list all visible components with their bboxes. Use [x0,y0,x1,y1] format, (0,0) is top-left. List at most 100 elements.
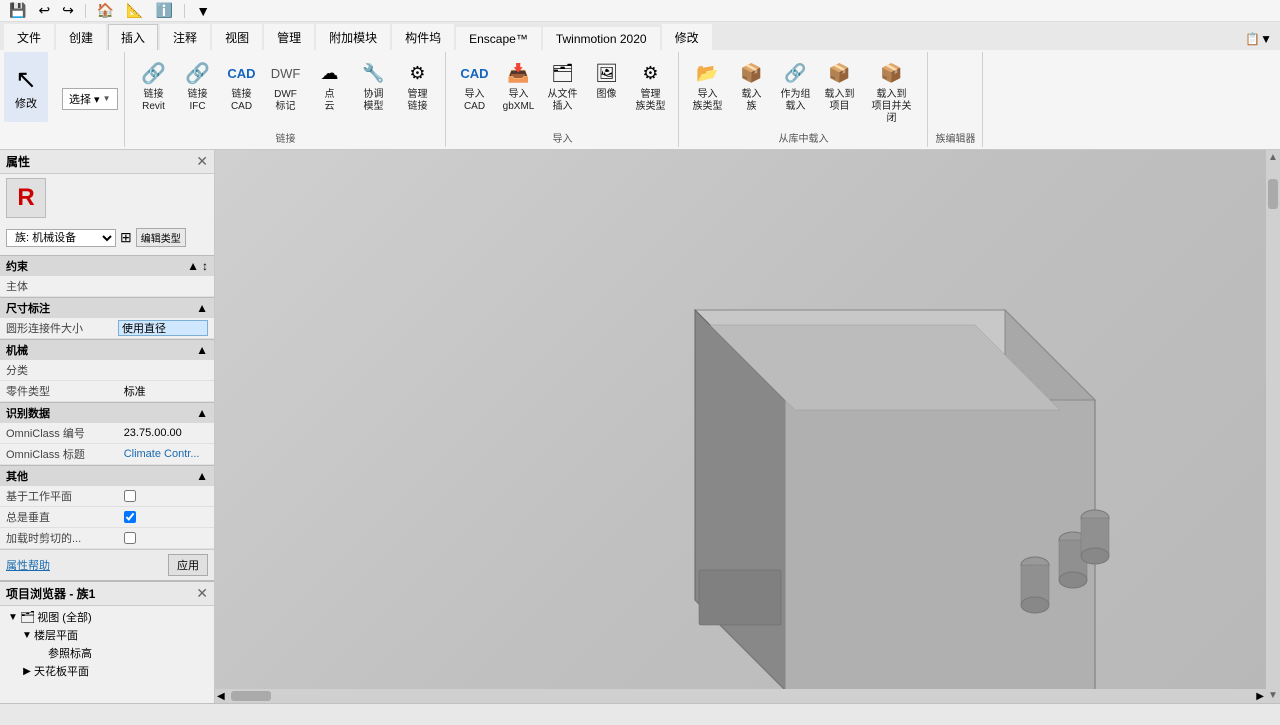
btn-load-as-group[interactable]: 🔗 作为组载入 [775,54,817,116]
dimensions-table: 圆形连接件大小 [0,318,214,339]
tab-create[interactable]: 创建 [56,24,106,50]
btn-import-gbxml[interactable]: 📥 导入gbXML [498,54,540,116]
viewport[interactable]: BIM教程网|www.ifbim.com [215,150,1280,703]
tree-item-floor-plans[interactable]: ▼ 楼层平面 [16,626,212,644]
btn-insert-from-file[interactable]: 🗂 从文件插入 [542,54,584,116]
properties-footer: 属性帮助 应用 [0,549,214,580]
table-row: 分类 [0,360,214,381]
tab-annotate[interactable]: 注释 [160,24,210,50]
btn-dwf[interactable]: DWF DWF标记 [265,54,307,116]
modify-button[interactable]: ↖ 修改 [4,52,48,122]
properties-title: 属性 [6,153,30,170]
tab-enscape[interactable]: Enscape™ [456,27,541,50]
qa-home[interactable]: 🏠 [94,1,117,20]
property-help-link[interactable]: 属性帮助 [6,557,50,573]
btn-manage-family-types[interactable]: ⚙ 管理族类型 [630,54,672,116]
qa-info[interactable]: ℹ️ [153,1,176,20]
table-row: 主体 [0,276,214,297]
group-load-library: 📂 导入族类型 📦 载入族 🔗 作为组载入 📦 载入到项目 📦 载 [681,52,928,147]
image-icon: 🖼 [591,57,623,89]
always-vertical-checkbox[interactable] [124,511,136,523]
section-constraints[interactable]: 约束 ▲ ↕ [0,255,214,276]
apply-button[interactable]: 应用 [168,554,208,576]
constraints-table: 主体 [0,276,214,297]
load-family-icon: 📂 [692,57,724,89]
identification-table: OmniClass 编号 23.75.00.00 OmniClass 标题 Cl… [0,423,214,465]
qa-redo[interactable]: ↪ [59,1,77,20]
btn-load-to-project[interactable]: 📦 载入到项目 [819,54,861,116]
properties-content: R 族: 机械设备 ⊞ 编辑类型 [0,174,214,255]
family-avatar: R [6,178,46,218]
scroll-right-arrow[interactable]: ▶ [1254,691,1266,702]
project-browser-close[interactable]: ✕ [196,585,208,602]
table-row: 总是垂直 [0,507,214,528]
quick-access-toolbar: 💾 ↩ ↪ 🏠 📐 ℹ️ ▼ [0,0,1280,22]
btn-coordination[interactable]: 🔧 协调模型 [353,54,395,116]
dwf-icon: DWF [270,57,302,89]
viewport-scrollbar-h[interactable]: ◀ ▶ [215,689,1266,703]
viewport-scrollbar-v[interactable]: ▲ ▼ [1266,150,1280,703]
mechanical-table: 分类 零件类型 标准 [0,360,214,402]
btn-import-cad[interactable]: CAD 导入CAD [454,54,496,116]
tab-modify[interactable]: 修改 [662,24,712,50]
tab-addins[interactable]: 附加模块 [316,24,390,50]
cut-on-load-checkbox[interactable] [124,532,136,544]
scrollbar-thumb[interactable] [1268,179,1278,209]
tab-file[interactable]: 文件 [4,24,54,50]
btn-pointcloud[interactable]: ☁ 点云 [309,54,351,116]
tab-view[interactable]: 视图 [212,24,262,50]
left-panel: 属性 ✕ R 族: 机械设备 ⊞ 编辑类型 [0,150,215,703]
scroll-up-arrow[interactable]: ▲ [1266,150,1280,165]
section-other[interactable]: 其他 ▲ [0,465,214,486]
qa-measure[interactable]: 📐 [123,1,146,20]
scroll-left-arrow[interactable]: ◀ [215,691,227,702]
import-cad-icon: CAD [459,57,491,89]
section-dimensions[interactable]: 尺寸标注 ▲ [0,297,214,318]
manage-links-icon: ⚙ [402,57,434,89]
tree-item-ref-level[interactable]: 参照标高 [30,644,212,662]
btn-image[interactable]: 🖼 图像 [586,54,628,104]
connector-size-input[interactable] [118,320,208,336]
load-to-project-icon: 📦 [824,57,856,89]
omniclass-link[interactable]: Climate Contr... [124,448,200,460]
btn-load-close[interactable]: 📦 载入到项目并关闭 [863,54,921,128]
properties-close[interactable]: ✕ [196,153,208,170]
tab-twinmotion[interactable]: Twinmotion 2020 [543,27,660,50]
tab-insert[interactable]: 插入 [108,24,158,50]
scroll-down-arrow[interactable]: ▼ [1266,688,1280,703]
tab-manage[interactable]: 管理 [264,24,314,50]
table-row: 基于工作平面 [0,486,214,507]
btn-load-family[interactable]: 📂 导入族类型 [687,54,729,116]
import-gbxml-icon: 📥 [503,57,535,89]
qa-separator2 [184,4,185,18]
qa-save[interactable]: 💾 [6,1,29,20]
btn-load-into-project[interactable]: 📦 载入族 [731,54,773,116]
modify-label: 修改 [15,95,37,111]
category-row: 族: 机械设备 ⊞ 编辑类型 [6,228,208,247]
load-library-label: 从库中载入 [779,128,829,145]
section-mechanical[interactable]: 机械 ▲ [0,339,214,360]
tree-item-views[interactable]: ▼ 🗂 视图 (全部) [2,608,212,626]
table-row: 零件类型 标准 [0,381,214,402]
category-select[interactable]: 族: 机械设备 [6,229,116,247]
edit-type-button[interactable]: 编辑类型 [136,228,186,247]
tab-componentdock[interactable]: 构件坞 [392,24,454,50]
import-items: CAD 导入CAD 📥 导入gbXML 🗂 从文件插入 🖼 图像 ⚙ [454,54,672,128]
section-identification[interactable]: 识别数据 ▲ [0,402,214,423]
btn-link-cad[interactable]: CAD 链接CAD [221,54,263,116]
qa-undo[interactable]: ↩ [35,1,53,20]
load-into-project-icon: 📦 [736,57,768,89]
btn-link-ifc[interactable]: 🔗 链接IFC [177,54,219,116]
collapse-id-icon: ▲ [196,406,208,420]
select-dropdown[interactable]: 选择 ▾ ▼ [62,88,118,110]
btn-link-revit[interactable]: 🔗 链接Revit [133,54,175,116]
qa-more[interactable]: ▼ [193,2,213,20]
3d-model-view [435,270,1155,703]
select-label: 选择 ▾ [69,91,100,107]
scrollbar-h-thumb[interactable] [231,691,271,701]
import-group-label: 导入 [553,128,573,145]
properties-header: 属性 ✕ [0,150,214,174]
btn-manage-links[interactable]: ⚙ 管理链接 [397,54,439,116]
ribbon-extra[interactable]: 📋▼ [1237,28,1280,50]
work-plane-checkbox[interactable] [124,490,136,502]
